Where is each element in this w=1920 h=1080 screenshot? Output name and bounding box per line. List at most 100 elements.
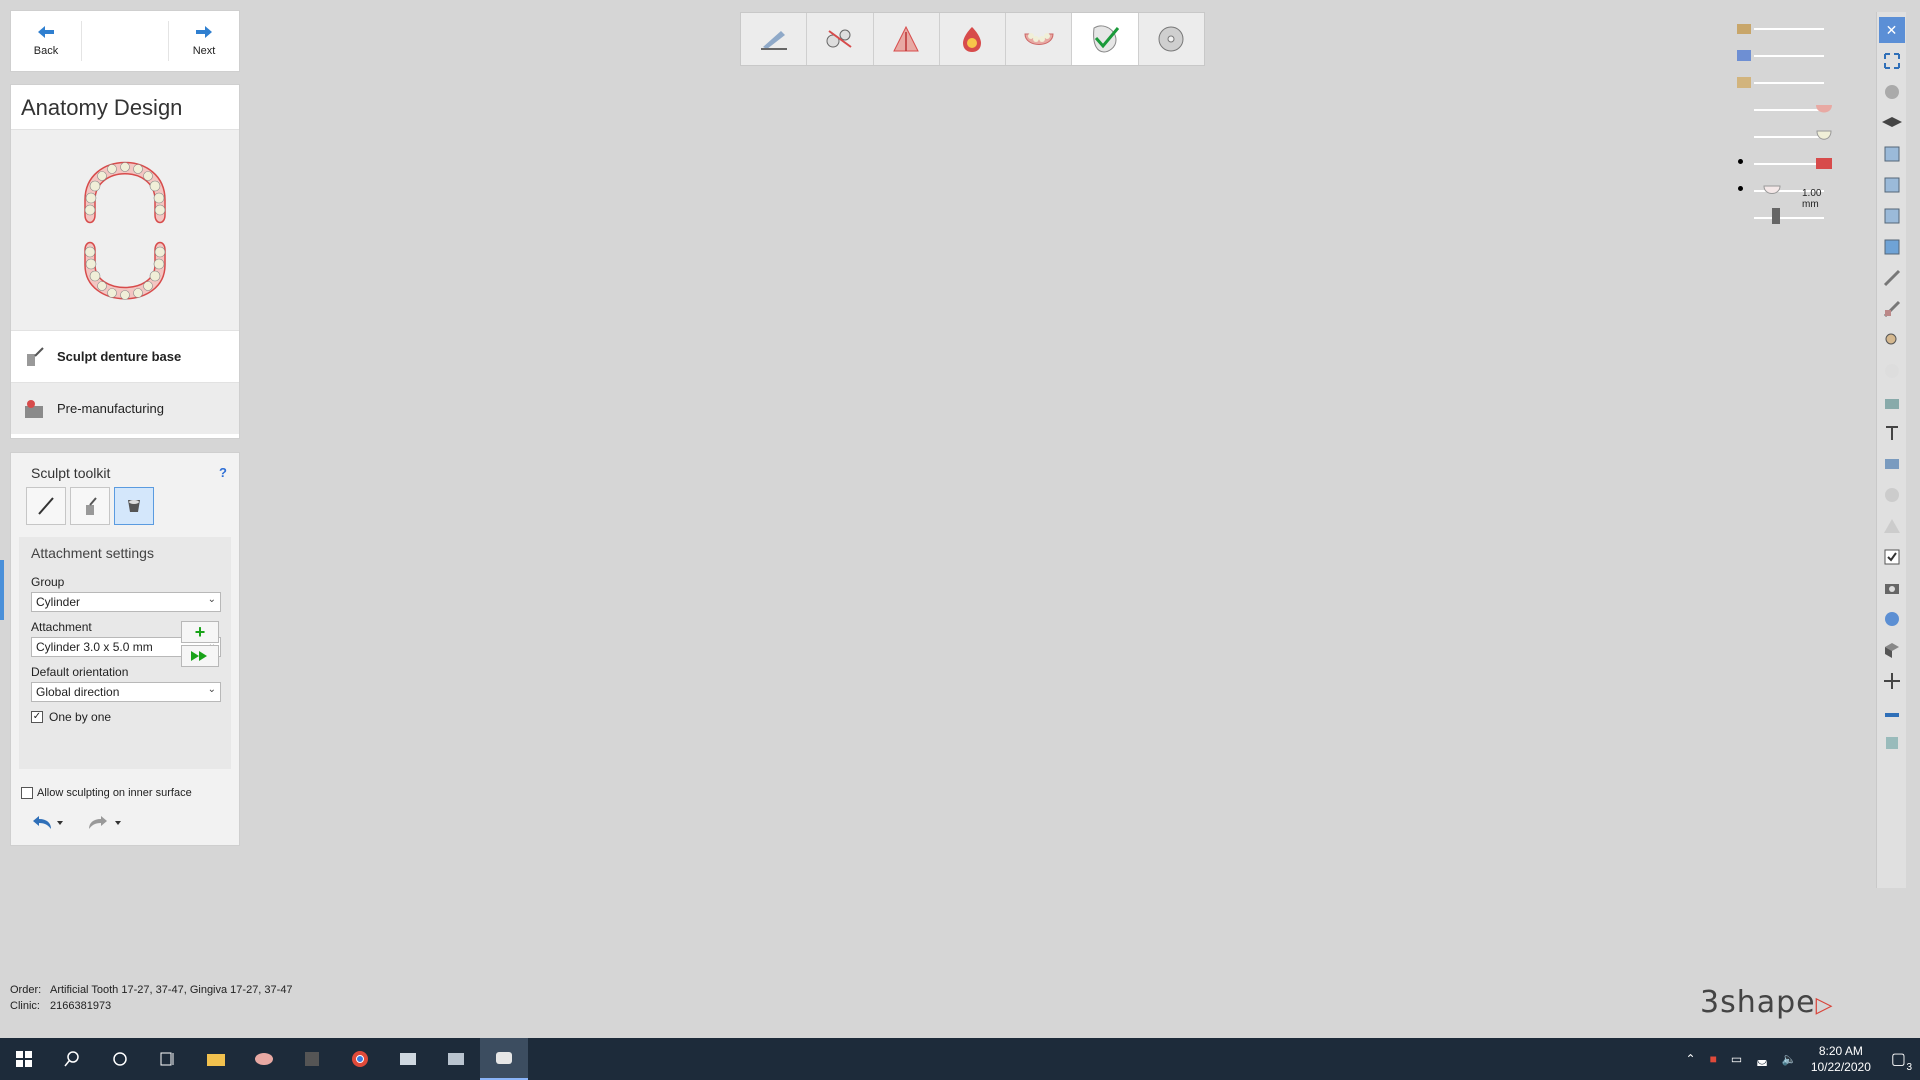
- group-select[interactable]: Cylinder ⌄: [31, 592, 221, 612]
- measure-icon[interactable]: [1879, 420, 1905, 446]
- windows-taskbar: ⌃ ■ ▭ ◛ 🔈 8:20 AM 10/22/2020 ▢ 3: [0, 1038, 1920, 1080]
- view-left-icon[interactable]: [1879, 203, 1905, 229]
- dental-arch-icon: [84, 161, 166, 300]
- hide-icon[interactable]: [1879, 482, 1905, 508]
- step-sculpt-denture-base[interactable]: Sculpt denture base: [11, 330, 239, 382]
- redo-icon[interactable]: [85, 813, 125, 831]
- scanner-icon[interactable]: [1879, 730, 1905, 756]
- undo-icon[interactable]: [29, 813, 63, 831]
- add-attachment-button[interactable]: +: [181, 621, 219, 643]
- wizard-step-tooth-setup[interactable]: [874, 13, 940, 65]
- chrome-button[interactable]: [336, 1038, 384, 1080]
- tutorial-icon[interactable]: [1879, 110, 1905, 136]
- wax-knife-icon[interactable]: [1879, 265, 1905, 291]
- app-dark-button[interactable]: [288, 1038, 336, 1080]
- camera-icon[interactable]: [1879, 575, 1905, 601]
- clip-plane-icon[interactable]: [1879, 451, 1905, 477]
- nav-spacer: [81, 21, 169, 61]
- start-button[interactable]: [0, 1038, 48, 1080]
- panel-expander-tab[interactable]: [0, 560, 4, 620]
- magnifier-icon[interactable]: [1879, 327, 1905, 353]
- next-button[interactable]: Next: [169, 11, 239, 71]
- dental-app-icon: [400, 1053, 416, 1065]
- color-icon: [963, 27, 982, 52]
- task-view-button[interactable]: [144, 1038, 192, 1080]
- checklist-icon[interactable]: [1879, 544, 1905, 570]
- panel-title: Anatomy Design: [11, 85, 239, 130]
- warning-icon[interactable]: [1879, 513, 1905, 539]
- app-dental-2-button[interactable]: [384, 1038, 432, 1080]
- wizard-step-color[interactable]: [940, 13, 1007, 65]
- slider-denture-base[interactable]: [1738, 153, 1840, 180]
- sculpt-icon[interactable]: [1879, 296, 1905, 322]
- view-back-icon[interactable]: [1879, 172, 1905, 198]
- upper-model-icon: [1737, 24, 1751, 34]
- screenshot-icon[interactable]: [1879, 389, 1905, 415]
- wizard-step-anatomy-design[interactable]: [1072, 13, 1139, 65]
- clock[interactable]: 8:20 AM 10/22/2020: [1811, 1043, 1871, 1075]
- slider-track: [1754, 28, 1824, 30]
- back-button[interactable]: Back: [11, 11, 81, 71]
- wifi-icon[interactable]: ◛: [1756, 1052, 1768, 1066]
- slider-upper-model[interactable]: [1737, 18, 1840, 45]
- battery-icon[interactable]: ▭: [1731, 1052, 1742, 1066]
- radio-dot[interactable]: [1738, 186, 1743, 191]
- clinic-value: 2166381973: [50, 1000, 112, 1012]
- notification-icon[interactable]: ▢ 3: [1885, 1049, 1912, 1073]
- slider-teeth[interactable]: [1740, 126, 1840, 153]
- allow-inner-label: Allow sculpting on inner surface: [37, 787, 192, 799]
- help-link[interactable]: ?: [219, 465, 227, 481]
- logo-text: 3shape: [1700, 985, 1816, 1020]
- attachment-settings: Attachment settings Group Cylinder ⌄ Att…: [19, 537, 231, 769]
- app-dental-designer-button[interactable]: [480, 1038, 528, 1080]
- app-dental-1-button[interactable]: [240, 1038, 288, 1080]
- clock-date: 10/22/2020: [1810, 1060, 1871, 1074]
- wax-knife-icon: [86, 497, 97, 515]
- attachment-select-value: Cylinder 3.0 x 5.0 mm: [36, 640, 153, 654]
- wizard-step-export[interactable]: [1139, 13, 1204, 65]
- anatomy-design-panel: Anatomy Design Sculpt denture base Pre-m…: [10, 84, 240, 439]
- orientation-label: Default orientation: [31, 665, 129, 679]
- jaw-preview[interactable]: [11, 130, 239, 330]
- ruler-icon[interactable]: [1879, 699, 1905, 725]
- wizard-step-gingiva[interactable]: [1006, 13, 1073, 65]
- one-by-one-checkbox[interactable]: ✓: [31, 711, 43, 723]
- search-button[interactable]: [48, 1038, 96, 1080]
- view-right-icon[interactable]: [1879, 234, 1905, 260]
- view-front-icon[interactable]: [1879, 141, 1905, 167]
- wizard-step-margin[interactable]: [807, 13, 874, 65]
- fullscreen-icon[interactable]: [1879, 48, 1905, 74]
- 3d-viewport[interactable]: [0, 0, 1920, 1038]
- orientation-select[interactable]: Global direction ⌄: [31, 682, 221, 702]
- volume-icon[interactable]: 🔈: [1782, 1052, 1797, 1066]
- attachment-tool-button[interactable]: [114, 487, 154, 525]
- cortana-button[interactable]: [96, 1038, 144, 1080]
- workflow-toolbar: [740, 12, 1205, 66]
- brush-tool-button[interactable]: [26, 487, 66, 525]
- rotate-view-icon[interactable]: [1879, 79, 1905, 105]
- app-tray-icon[interactable]: ■: [1710, 1052, 1717, 1066]
- cube-icon[interactable]: [1879, 637, 1905, 663]
- slider-gingiva[interactable]: [1740, 99, 1840, 126]
- allow-inner-checkbox[interactable]: [21, 787, 33, 799]
- gingiva-icon: [1024, 33, 1054, 45]
- crosshair-icon[interactable]: [1879, 668, 1905, 694]
- step-pre-manufacturing[interactable]: Pre-manufacturing: [11, 382, 239, 434]
- task-view-icon: [160, 1052, 174, 1066]
- slider-lower-model[interactable]: [1737, 72, 1840, 99]
- chevron-up-icon[interactable]: ⌃: [1686, 1052, 1696, 1066]
- radio-dot[interactable]: [1738, 159, 1743, 164]
- globe-icon[interactable]: [1879, 606, 1905, 632]
- app-icon: [305, 1052, 319, 1066]
- close-icon[interactable]: ✕: [1878, 17, 1905, 43]
- clinic-key: Clinic:: [10, 1000, 40, 1012]
- file-explorer-button[interactable]: [192, 1038, 240, 1080]
- wax-knife-tool-button[interactable]: [70, 487, 110, 525]
- offset-icon: [1763, 185, 1781, 194]
- wizard-step-prepare[interactable]: [741, 13, 808, 65]
- slider-scan[interactable]: [1737, 45, 1840, 72]
- fast-forward-button[interactable]: [181, 645, 219, 667]
- slider-attachment[interactable]: [1740, 207, 1840, 234]
- app-dental-3-button[interactable]: [432, 1038, 480, 1080]
- transparency-icon[interactable]: [1879, 358, 1905, 384]
